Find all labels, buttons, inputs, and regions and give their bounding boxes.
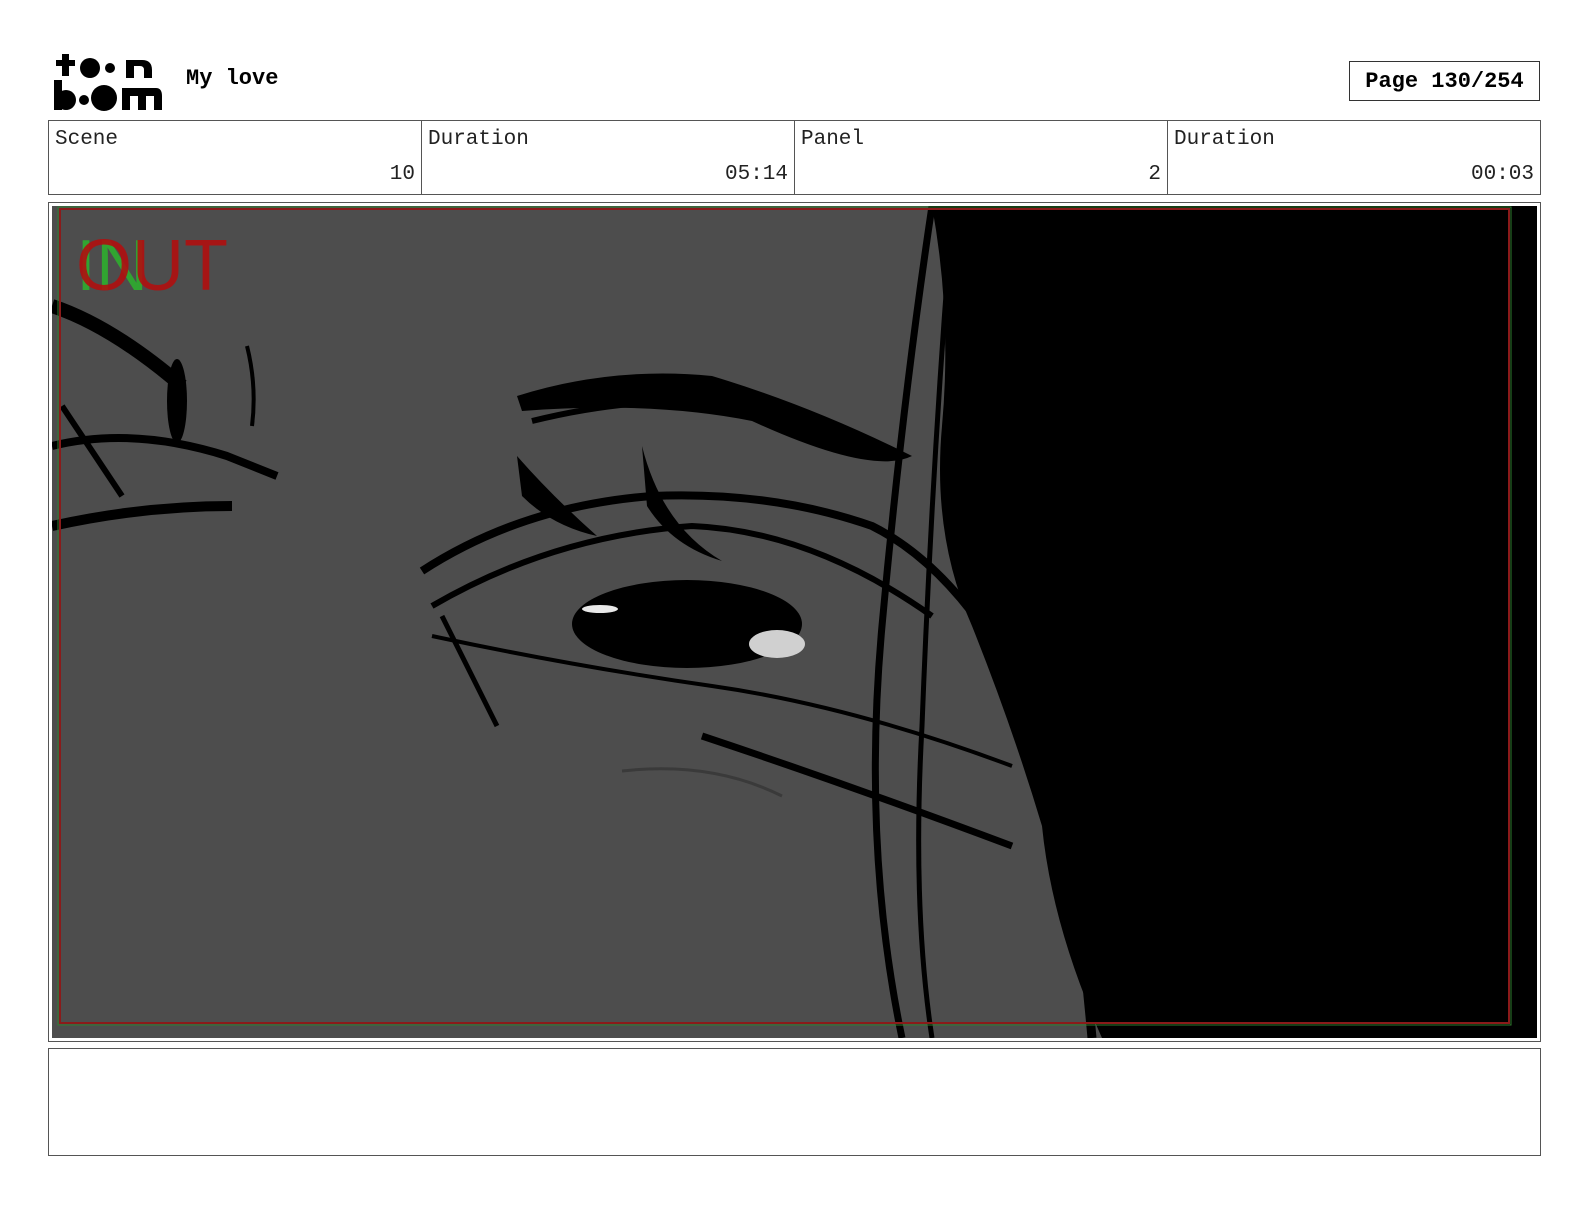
panel-duration-value: 00:03 (1470, 163, 1534, 186)
panel-cell: Panel 2 (795, 121, 1168, 194)
storyboard-panel-image: IN OUT (52, 206, 1537, 1038)
page-indicator: Page 130/254 (1349, 61, 1540, 101)
scene-duration-label: Duration (428, 128, 529, 151)
project-title: My love (186, 66, 279, 91)
scene-value: 10 (389, 163, 415, 186)
scene-label: Scene (55, 128, 119, 151)
panel-duration-label: Duration (1174, 128, 1275, 151)
caption-box (48, 1048, 1541, 1156)
panel-duration-cell: Duration 00:03 (1168, 121, 1540, 194)
scene-cell: Scene 10 (49, 121, 422, 194)
out-marker: OUT (76, 226, 228, 306)
panel-drawing (52, 206, 1537, 1038)
scene-duration-value: 05:14 (724, 163, 788, 186)
panel-label: Panel (801, 128, 865, 151)
scene-info-row: Scene 10 Duration 05:14 Panel 2 Duration… (48, 120, 1541, 195)
panel-value: 2 (1148, 163, 1161, 186)
toonboom-logo-mark (54, 54, 162, 111)
scene-duration-cell: Duration 05:14 (422, 121, 795, 194)
toonboom-logo (52, 50, 164, 112)
